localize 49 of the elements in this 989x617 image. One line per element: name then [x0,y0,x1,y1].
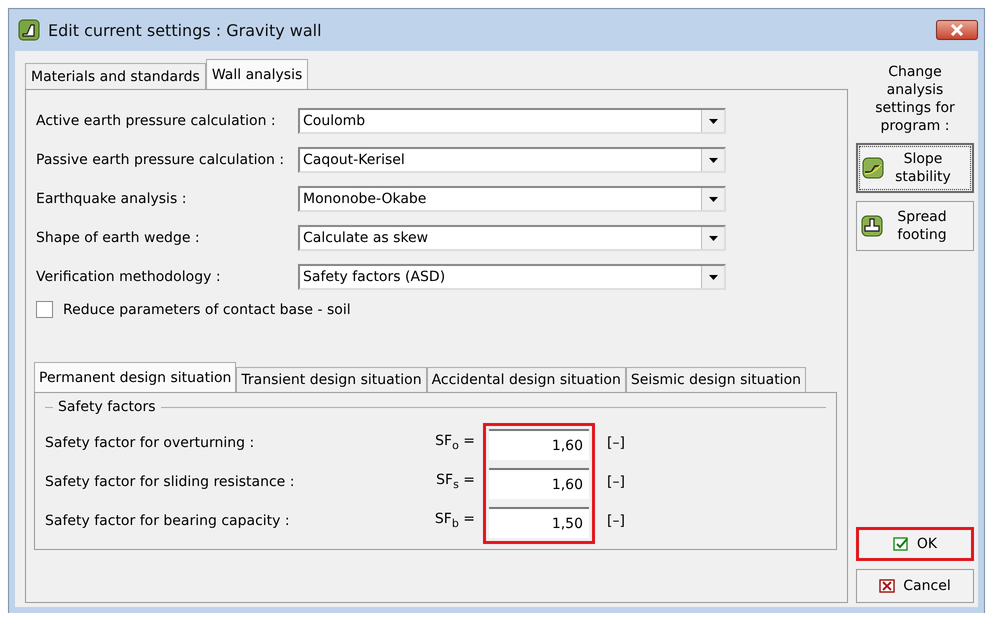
dropdown[interactable]: Mononobe-Okabe [298,186,726,212]
dropdown-arrow-icon [708,236,718,240]
sidebar-caption: Change analysis settings for program : [874,63,956,135]
dropdown-arrow-icon [708,274,718,280]
tab[interactable]: Accidental design situation [426,367,626,392]
dropdown[interactable]: Calculate as skew [298,225,726,251]
field-label: Shape of earth wedge : [35,230,201,246]
dropdown[interactable]: Coulomb [298,108,726,134]
dropdown[interactable]: Caqout-Kerisel [298,147,726,173]
field-label: Safety factor for bearing capacity : [45,512,290,528]
unit-label: [–] [606,434,625,452]
close-button[interactable] [936,20,978,40]
app-icon [18,19,40,41]
tab[interactable]: Wall analysis [206,59,308,89]
symbol-label: SF$_{b}$ = [434,511,475,530]
ok-button[interactable]: OK [856,527,974,561]
dropdown-arrow-icon [708,118,718,124]
tab[interactable]: Transient design situation [236,367,427,392]
field-label: Verification methodology : [35,269,222,285]
field-label: Earthquake analysis : [35,191,188,207]
footing-icon [861,215,883,237]
check-icon [892,537,909,551]
dropdown-arrow-icon [708,196,718,202]
window-title: Edit current settings : Gravity wall [48,20,323,40]
close-icon [950,24,964,36]
field-label: Passive earth pressure calculation : [35,152,286,168]
unit-label: [–] [606,512,625,530]
tab[interactable]: Seismic design situation [626,367,806,392]
input-field[interactable]: 1,60 [489,468,589,499]
cancel-button[interactable]: Cancel [856,569,974,603]
field-label: Active earth pressure calculation : [35,113,277,129]
input-field[interactable]: 1,60 [489,429,589,460]
tab[interactable]: Materials and standards [25,63,206,89]
tab[interactable]: Permanent design situation [34,362,236,392]
input-field[interactable]: 1,50 [489,507,589,538]
field-label: Safety factor for overturning : [45,434,254,450]
field-label: Safety factor for sliding resistance : [45,474,294,490]
program-button[interactable]: Spread footing [856,201,974,251]
program-button[interactable]: Slope stability [856,143,974,193]
symbol-label: SF$_{s}$ = [436,472,475,491]
dropdown[interactable]: Safety factors (ASD) [298,264,726,290]
slope-icon [862,157,884,179]
symbol-label: SF$_{o}$ = [435,433,475,452]
dropdown-arrow-icon [708,158,718,162]
checkbox[interactable] [36,301,53,318]
unit-label: [–] [606,472,625,492]
checkbox-label: Reduce parameters of contact base - soil [63,302,351,318]
close-icon [879,579,896,593]
group-title: Safety factors [58,399,156,415]
